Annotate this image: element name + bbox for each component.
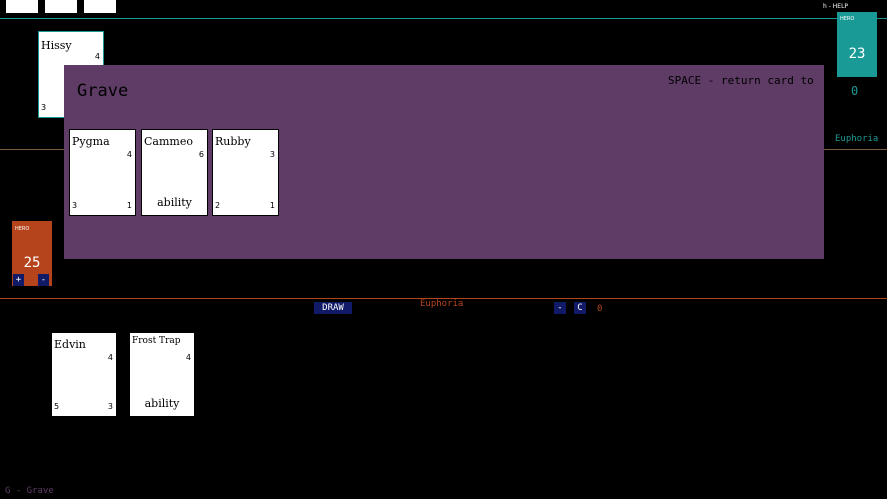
- deck-slot-2[interactable]: [45, 0, 77, 13]
- card-attack: 2: [215, 201, 221, 210]
- deck-slot-1[interactable]: [6, 0, 38, 13]
- grave-title: Grave: [77, 81, 129, 101]
- card-ability: ability: [157, 196, 192, 209]
- draw-button[interactable]: DRAW: [314, 302, 352, 314]
- card-attack: 3: [41, 103, 47, 112]
- grave-card-cammeo[interactable]: Cammeo 6 ability: [141, 129, 208, 216]
- card-cost: 3: [269, 150, 275, 159]
- grave-hint-text: SPACE - return card to: [668, 74, 814, 87]
- card-name: Rubby: [215, 135, 251, 148]
- opponent-hero-health: 23: [848, 46, 866, 62]
- hero-minus-button[interactable]: -: [38, 274, 49, 286]
- card-cost: 4: [94, 52, 100, 61]
- player-hero-card[interactable]: HERO 25 + -: [12, 221, 52, 286]
- grave-modal: Grave SPACE - return card to Pygma 4 3 1…: [64, 65, 824, 259]
- player-name: Euphoria: [420, 299, 464, 309]
- counter-minus-button[interactable]: -: [554, 302, 566, 314]
- grave-card-pygma[interactable]: Pygma 4 3 1: [69, 129, 136, 216]
- card-cost: 6: [198, 150, 204, 159]
- opponent-hero-label: HERO: [840, 16, 855, 22]
- counter-c-button[interactable]: C: [574, 302, 586, 314]
- card-name: Edvin: [54, 338, 86, 351]
- opponent-counter: 0: [851, 84, 859, 98]
- card-cost: 4: [185, 353, 191, 362]
- card-cost: 4: [107, 353, 113, 362]
- opponent-name: Euphoria: [835, 134, 879, 144]
- grave-hint: G - Grave: [5, 486, 54, 496]
- hand-card-frost-trap[interactable]: Frost Trap 4 ability: [129, 332, 195, 417]
- opponent-hero-card[interactable]: HERO 23: [837, 12, 877, 77]
- hand-card-edvin[interactable]: Edvin 4 5 3: [51, 332, 117, 417]
- player-counter: 0: [597, 304, 603, 314]
- opponent-top-line: [0, 18, 887, 19]
- hero-plus-button[interactable]: +: [13, 274, 24, 286]
- deck-slot-3[interactable]: [84, 0, 116, 13]
- card-health: 1: [269, 201, 275, 210]
- grave-card-rubby[interactable]: Rubby 3 2 1: [212, 129, 279, 216]
- card-health: 3: [107, 402, 113, 411]
- card-attack: 3: [72, 201, 78, 210]
- card-attack: 5: [54, 402, 60, 411]
- player-hero-label: HERO: [15, 226, 30, 232]
- card-name: Pygma: [72, 135, 110, 148]
- card-name: Frost Trap: [132, 336, 181, 346]
- card-health: 1: [126, 201, 132, 210]
- card-name: Hissy: [41, 39, 72, 52]
- help-hint: h - HELP: [823, 3, 849, 10]
- card-name: Cammeo: [144, 135, 193, 148]
- card-ability: ability: [144, 397, 180, 410]
- card-cost: 4: [126, 150, 132, 159]
- player-hero-health: 25: [23, 255, 41, 271]
